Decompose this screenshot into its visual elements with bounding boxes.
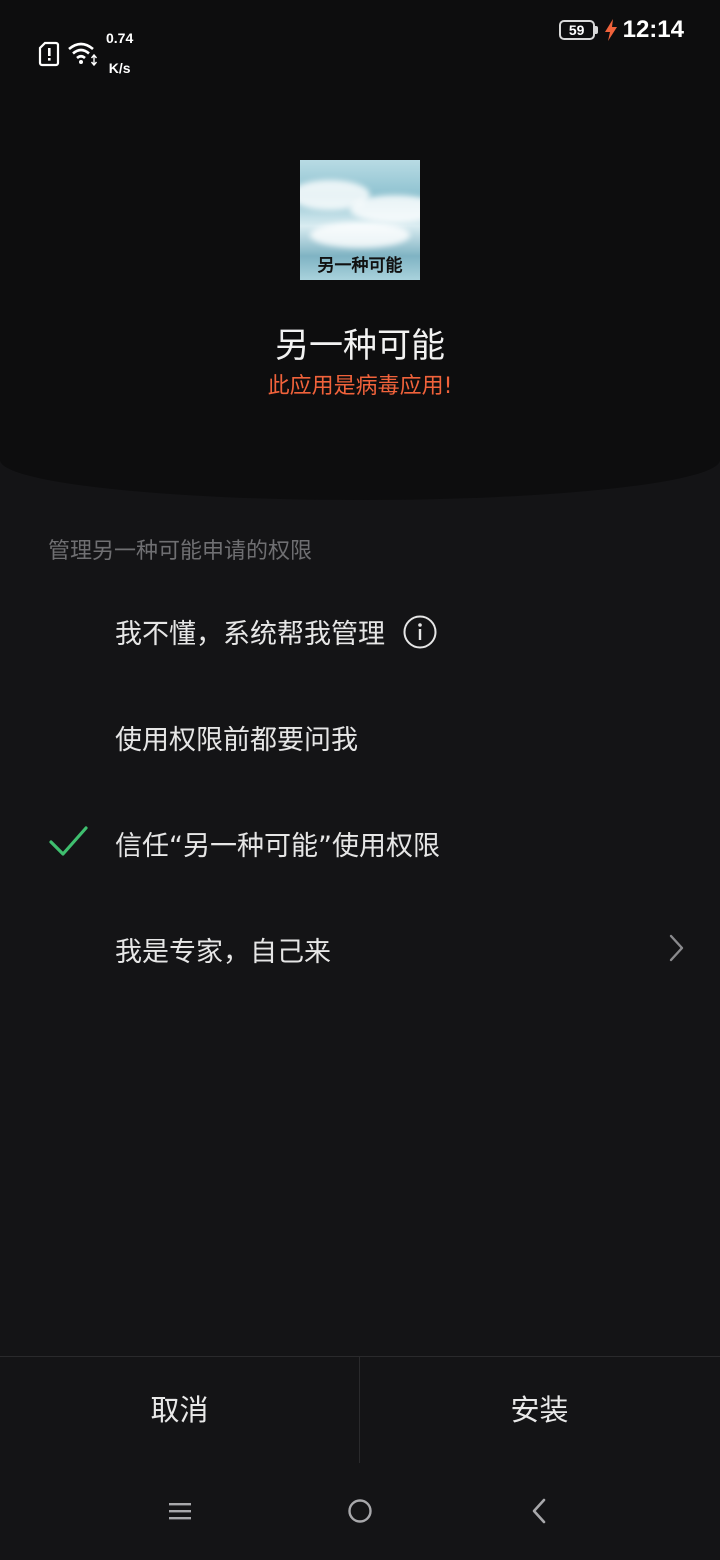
navigation-bar <box>0 1462 720 1560</box>
network-speed-value: 0.74 <box>106 30 134 46</box>
option-text: 使用权限前都要问我 <box>115 725 358 756</box>
install-button[interactable]: 安装 <box>360 1357 719 1463</box>
option-system-manage[interactable]: 我不懂，系统帮我管理 <box>0 590 720 670</box>
home-icon[interactable] <box>345 1496 375 1526</box>
cancel-button[interactable]: 取消 <box>0 1357 359 1463</box>
status-left: 0.74 K/s <box>38 16 133 91</box>
network-speed: 0.74 K/s <box>106 16 133 91</box>
chevron-right-icon <box>669 934 684 962</box>
app-icon: 另一种可能 <box>300 160 420 280</box>
app-name: 另一种可能 <box>275 326 445 366</box>
permissions-title: 管理另一种可能申请的权限 <box>48 539 313 564</box>
option-ask-before-use[interactable]: 使用权限前都要问我 <box>0 696 720 776</box>
charging-icon <box>604 19 617 41</box>
option-label: 我是专家，自己来 <box>115 930 331 969</box>
info-icon[interactable] <box>403 615 437 649</box>
sim-alert-icon <box>38 41 60 66</box>
menu-icon[interactable] <box>165 1496 195 1526</box>
option-trust-app[interactable]: 信任“另一种可能”使用权限 <box>0 802 720 882</box>
back-icon[interactable] <box>525 1496 555 1526</box>
status-bar: 0.74 K/s 59 12:14 <box>0 0 720 76</box>
battery-indicator: 59 <box>558 20 598 40</box>
action-bar: 取消 安装 <box>0 1356 720 1463</box>
option-text: 我是专家，自己来 <box>115 937 331 968</box>
option-expert-mode[interactable]: 我是专家，自己来 <box>0 908 720 988</box>
option-label: 使用权限前都要问我 <box>115 718 358 757</box>
network-speed-unit: K/s <box>108 60 131 76</box>
cloud-shape <box>310 222 410 248</box>
option-label: 信任“另一种可能”使用权限 <box>115 824 440 863</box>
option-text: 信任“另一种可能”使用权限 <box>115 831 440 862</box>
virus-warning: 此应用是病毒应用! <box>267 374 453 399</box>
cloud-shape <box>350 195 420 223</box>
app-icon-label: 另一种可能 <box>317 256 403 276</box>
option-text: 我不懂，系统帮我管理 <box>115 619 385 650</box>
status-right: 59 12:14 <box>558 16 684 44</box>
clock: 12:14 <box>622 16 684 43</box>
option-label: 我不懂，系统帮我管理 <box>115 612 437 651</box>
check-icon <box>49 826 88 856</box>
wifi-icon <box>68 42 98 66</box>
